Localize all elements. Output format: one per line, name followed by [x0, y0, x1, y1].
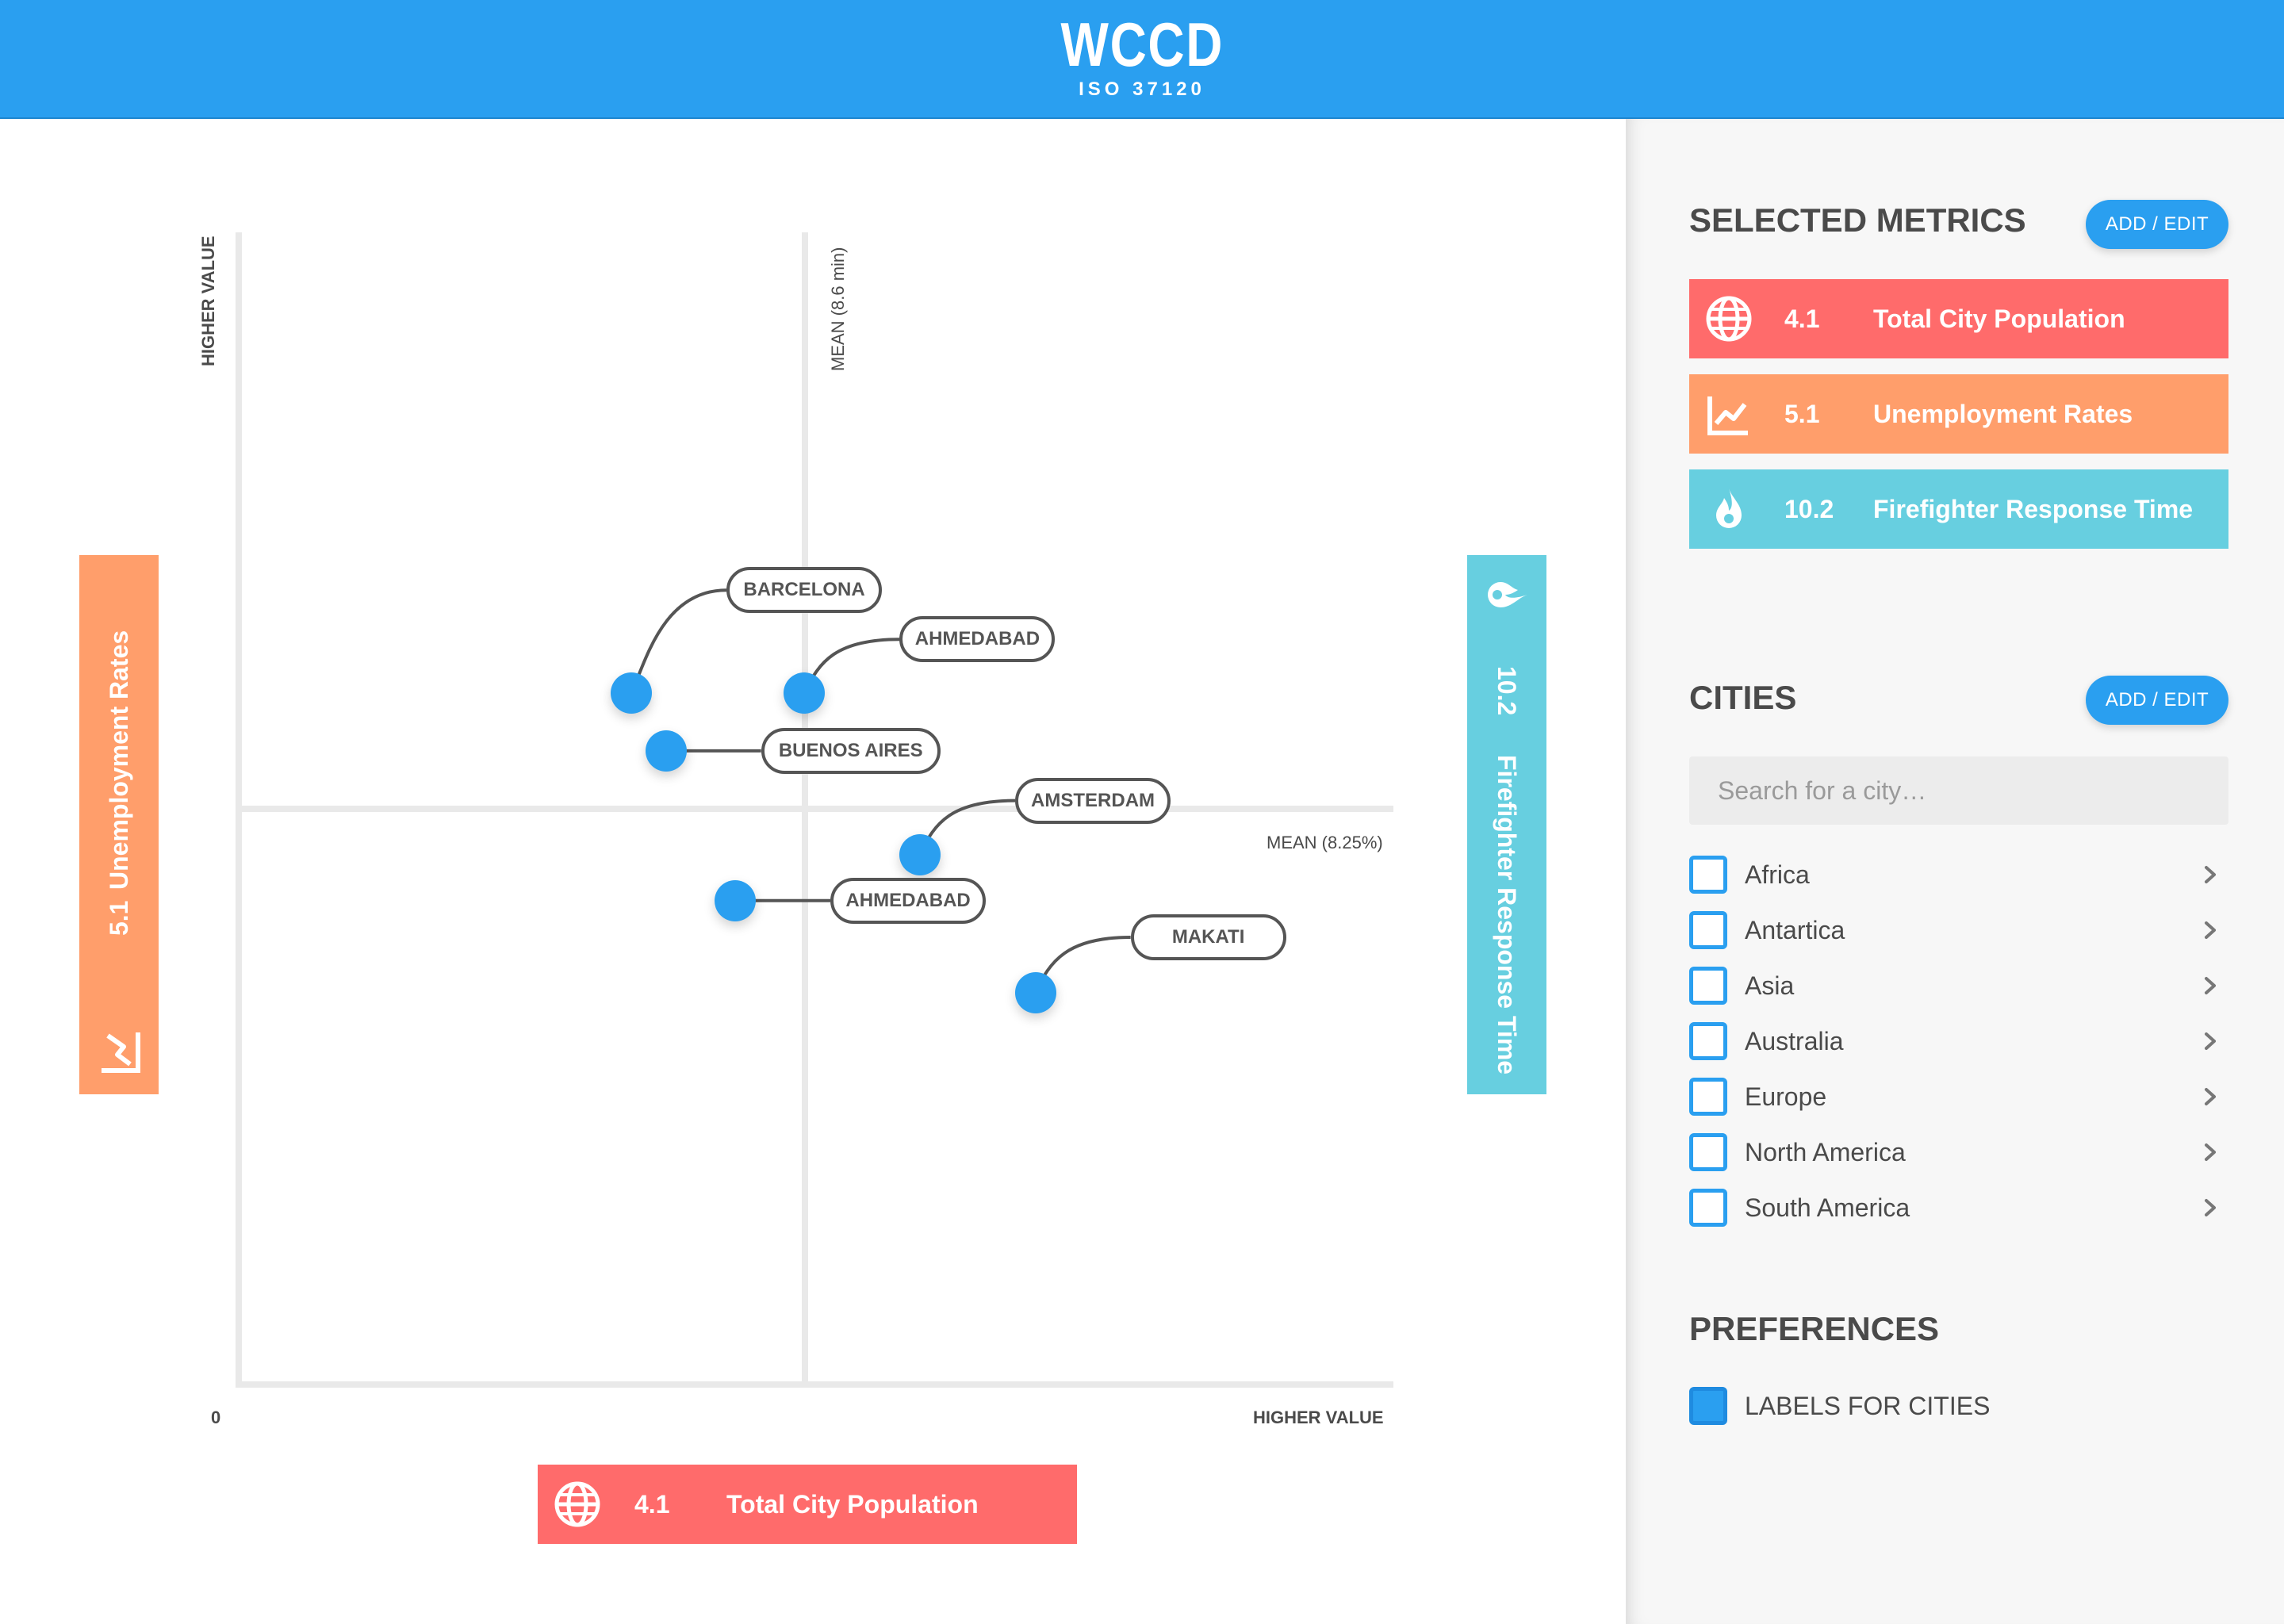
globe-icon	[1706, 296, 1752, 342]
selected-metrics-title: SELECTED METRICS	[1689, 201, 2026, 239]
city-label[interactable]: AHMEDABAD	[830, 877, 987, 924]
region-item[interactable]: Asia	[1689, 964, 2228, 1007]
label-connectors	[630, 588, 1131, 994]
preference-label: LABELS FOR CITIES	[1745, 1391, 1991, 1420]
y-metric-badge[interactable]: 5.1 Unemployment Rates	[79, 555, 159, 1094]
preference-labels-for-cities[interactable]: LABELS FOR CITIES	[1689, 1385, 2228, 1427]
region-label: Antartica	[1745, 915, 1845, 944]
metric-label: Unemployment Rates	[1873, 399, 2133, 428]
x-axis-right-label: HIGHER VALUE	[1253, 1408, 1384, 1427]
city-label[interactable]: BARCELONA	[726, 567, 883, 614]
brand-logo[interactable]: WCCD ISO 37120	[0, 11, 2284, 102]
firefighter-metric-label: Firefighter Response Time	[1493, 755, 1521, 1075]
top-bar: WCCD ISO 37120	[0, 0, 2284, 119]
region-item[interactable]: Antartica	[1689, 909, 2228, 952]
brand-subtitle: ISO 37120	[1079, 79, 1205, 100]
side-panel: SELECTED METRICS ADD / EDIT 4.1 Total Ci…	[1626, 119, 2284, 1624]
metric-number: 4.1	[1784, 304, 1820, 333]
firefighter-metric-badge[interactable]: 10.2 Firefighter Response Time	[1467, 555, 1546, 1094]
x-metric-badge[interactable]: 4.1 Total City Population	[538, 1465, 1077, 1544]
metric-number: 10.2	[1784, 494, 1834, 523]
region-label: Europe	[1745, 1082, 1827, 1111]
metric-row-unemployment[interactable]: 5.1 Unemployment Rates	[1689, 374, 2228, 454]
chevron-right-icon[interactable]	[2198, 974, 2222, 998]
region-item[interactable]: Europe	[1689, 1075, 2228, 1118]
metric-label: Firefighter Response Time	[1873, 494, 2194, 523]
chevron-right-icon[interactable]	[2198, 863, 2222, 887]
region-checkbox[interactable]	[1689, 911, 1727, 949]
brand-name: WCCD	[1060, 10, 1224, 79]
city-data-point[interactable]	[1014, 971, 1056, 1013]
region-checkbox[interactable]	[1689, 1189, 1727, 1227]
x-metric-label: Total City Population	[726, 1489, 979, 1519]
metric-label: Total City Population	[1873, 304, 2125, 333]
region-label: Australia	[1745, 1026, 1844, 1055]
y-metric-number: 5.1	[105, 900, 133, 936]
metrics-add-edit-button[interactable]: ADD / EDIT	[2086, 200, 2228, 249]
city-label[interactable]: AHMEDABAD	[899, 616, 1056, 663]
trend-chart-icon	[1707, 396, 1748, 435]
region-checkbox[interactable]	[1689, 1133, 1727, 1171]
chevron-right-icon[interactable]	[2198, 1140, 2222, 1164]
region-checkbox[interactable]	[1689, 1078, 1727, 1116]
city-data-point[interactable]	[899, 833, 941, 875]
region-checkbox[interactable]	[1689, 856, 1727, 894]
city-label[interactable]: BUENOS AIRES	[761, 727, 941, 774]
region-label: Asia	[1745, 971, 1795, 1000]
origin-label: 0	[211, 1408, 221, 1427]
metric-row-population[interactable]: 4.1 Total City Population	[1689, 279, 2228, 358]
y-metric-label: Unemployment Rates	[105, 630, 133, 890]
region-label: North America	[1745, 1137, 1906, 1166]
chevron-right-icon[interactable]	[2198, 1085, 2222, 1109]
x-metric-number: 4.1	[634, 1489, 670, 1519]
y-axis-top-label: HIGHER VALUE	[198, 236, 218, 366]
labels-for-cities-checkbox[interactable]	[1689, 1387, 1727, 1425]
chevron-right-icon[interactable]	[2198, 1029, 2222, 1053]
city-search-input[interactable]	[1689, 756, 2228, 825]
chevron-right-icon[interactable]	[2198, 1196, 2222, 1220]
region-item[interactable]: Africa	[1689, 853, 2228, 896]
region-item[interactable]: Australia	[1689, 1020, 2228, 1063]
metric-row-firefighter[interactable]: 10.2 Firefighter Response Time	[1689, 469, 2228, 549]
mean-horizontal-line	[236, 806, 1393, 812]
globe-icon	[554, 1481, 600, 1527]
cities-add-edit-button[interactable]: ADD / EDIT	[2086, 676, 2228, 725]
region-item[interactable]: North America	[1689, 1131, 2228, 1174]
scatter-chart: HIGHER VALUE HIGHER VALUE 0 MEAN (8.6 mi…	[0, 119, 1626, 1624]
region-label: Africa	[1745, 860, 1810, 889]
region-checkbox[interactable]	[1689, 967, 1727, 1005]
chevron-right-icon[interactable]	[2198, 918, 2222, 942]
region-checkbox[interactable]	[1689, 1022, 1727, 1060]
city-data-point[interactable]	[611, 672, 653, 714]
flame-icon	[1716, 488, 1742, 528]
trend-chart-icon	[102, 1032, 140, 1073]
metric-number: 5.1	[1784, 399, 1820, 428]
city-data-point[interactable]	[784, 672, 826, 714]
preferences-title: PREFERENCES	[1689, 1310, 1940, 1347]
region-item[interactable]: South America	[1689, 1186, 2228, 1229]
x-axis	[236, 1381, 1393, 1388]
region-label: South America	[1745, 1193, 1910, 1222]
flame-icon	[1488, 582, 1527, 607]
city-label[interactable]: MAKATI	[1130, 914, 1286, 960]
firefighter-metric-number: 10.2	[1493, 666, 1521, 716]
mean-vertical-label: MEAN (8.6 min)	[828, 247, 848, 371]
mean-horizontal-label: MEAN (8.25%)	[1267, 833, 1383, 852]
city-data-point[interactable]	[715, 879, 757, 921]
city-data-point[interactable]	[645, 730, 687, 772]
city-label[interactable]: AMSTERDAM	[1015, 777, 1171, 824]
cities-title: CITIES	[1689, 679, 1797, 716]
